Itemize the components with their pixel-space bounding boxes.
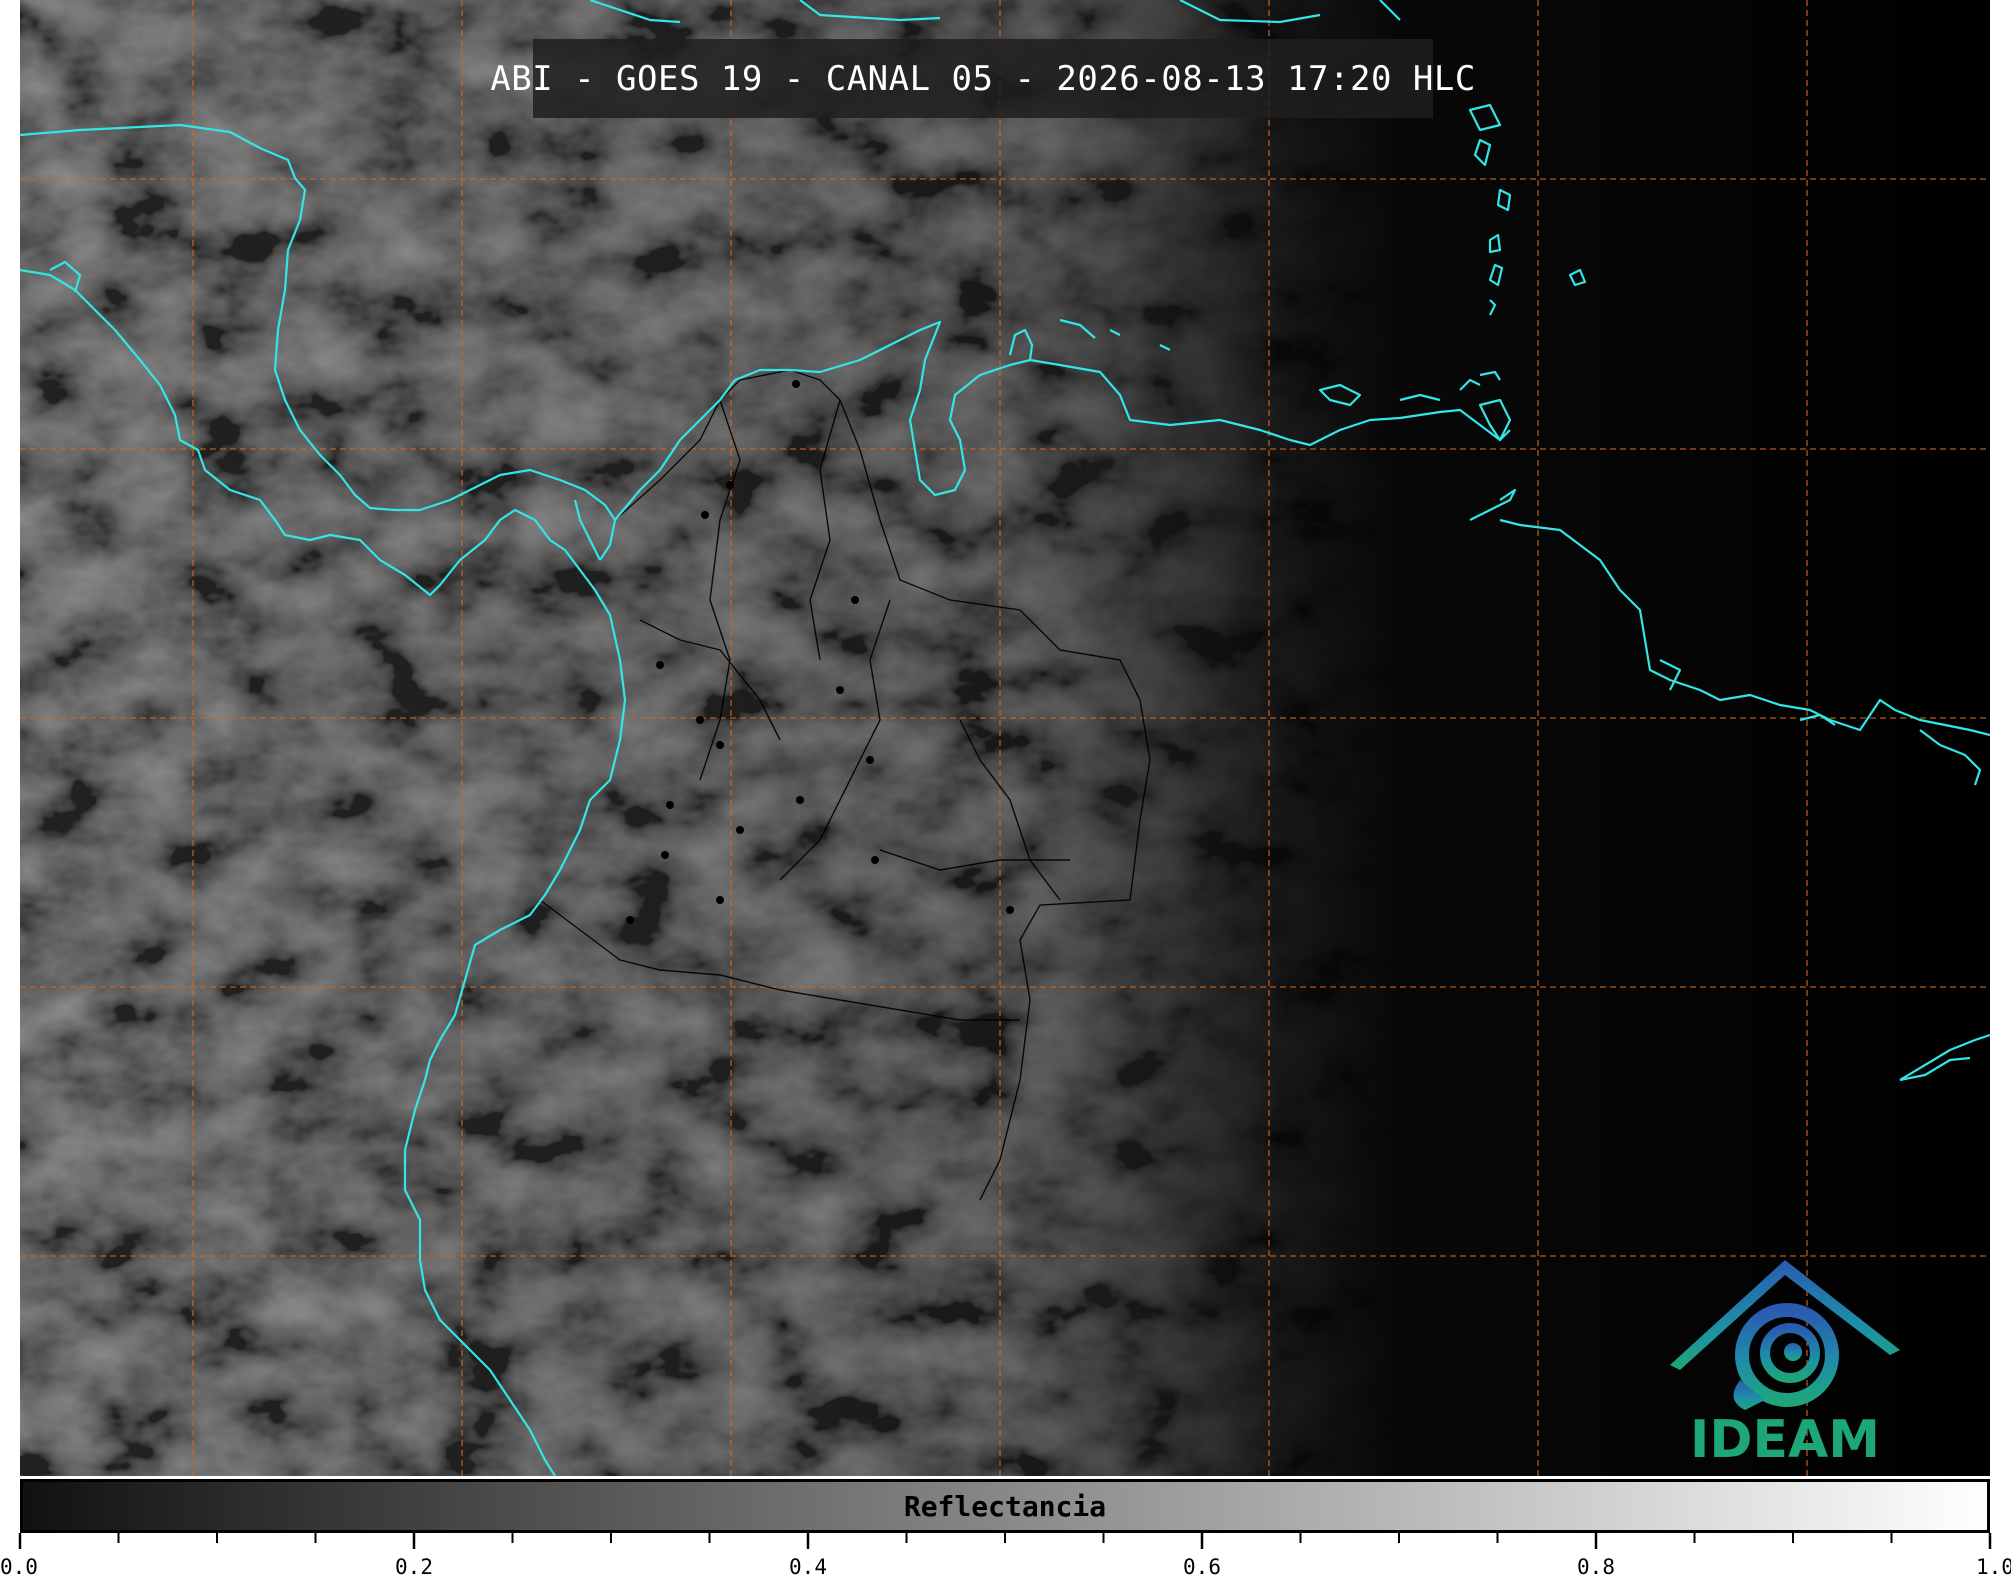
colorbar-tick-label: 0.6 xyxy=(1183,1555,1221,1579)
colorbar-tick-label: 0.0 xyxy=(0,1555,38,1579)
colorbar: Reflectancia xyxy=(20,1479,1990,1533)
colorbar-tick-label: 0.8 xyxy=(1577,1555,1615,1579)
colorbar-tick-label: 0.2 xyxy=(395,1555,433,1579)
satellite-map: ABI - GOES 19 - CANAL 05 - 2026-08-13 17… xyxy=(20,0,1990,1476)
colorbar-ticks xyxy=(18,1533,1992,1549)
colorbar-label: Reflectancia xyxy=(903,1489,1107,1523)
ideam-logo: IDEAM xyxy=(1665,1250,1905,1470)
colorbar-tick-label: 1.0 xyxy=(1976,1555,2011,1579)
ideam-logo-icon xyxy=(1670,1260,1900,1410)
title-box: ABI - GOES 19 - CANAL 05 - 2026-08-13 17… xyxy=(490,39,1475,118)
logo-text: IDEAM xyxy=(1689,1410,1881,1470)
colorbar-tick-label: 0.4 xyxy=(789,1555,827,1579)
map-title: ABI - GOES 19 - CANAL 05 - 2026-08-13 17… xyxy=(490,58,1476,99)
colorbar-tick-labels: 0.0 0.2 0.4 0.6 0.8 1.0 xyxy=(0,1555,2011,1579)
